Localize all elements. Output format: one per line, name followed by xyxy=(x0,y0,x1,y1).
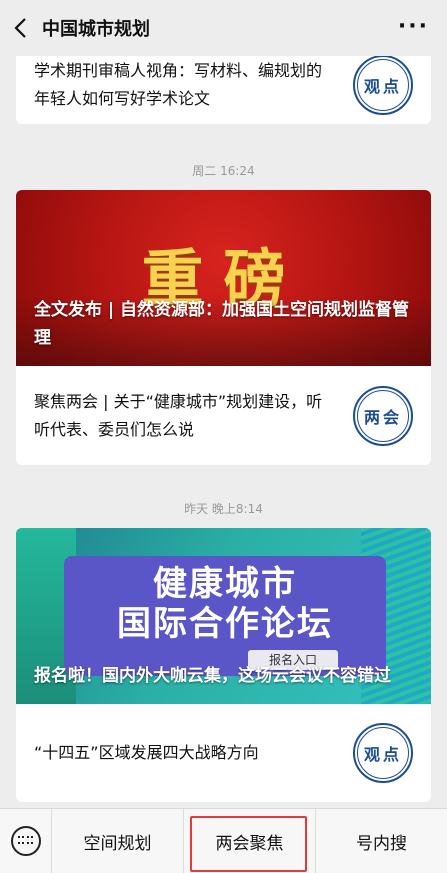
message-feed[interactable]: 学术期刊审稿人视角：写材料、编规划的年轻人如何写好学术论文 观点 周二 16:2… xyxy=(0,56,447,808)
top-bar: 中国城市规划 ··· xyxy=(0,0,447,56)
article-title: “十四五”区域发展四大战略方向 xyxy=(34,743,259,762)
viewpoint-badge-icon: 观点 xyxy=(353,723,413,783)
timestamp: 昨天 晚上8:14 xyxy=(184,502,263,516)
article-card[interactable]: 学术期刊审稿人视角：写材料、编规划的年轻人如何写好学术论文 观点 xyxy=(16,56,431,124)
back-icon xyxy=(14,18,26,38)
viewpoint-badge-icon: 观点 xyxy=(353,56,413,115)
article-cover[interactable]: 重磅 全文发布 | 自然资源部：加强国土空间规划监督管理 xyxy=(16,190,431,366)
two-sessions-badge-icon: 两会 xyxy=(353,385,413,446)
article-title: 学术期刊审稿人视角：写材料、编规划的年轻人如何写好学术论文 xyxy=(34,61,323,108)
keyboard-toggle[interactable] xyxy=(0,808,52,873)
back-button[interactable] xyxy=(0,0,40,56)
timestamp: 周二 16:24 xyxy=(192,164,255,178)
cover-caption: 报名啦！国内外大咖云集，这场云会议不容错过 xyxy=(34,666,391,686)
cover-headline: 健康城市 国际合作论坛 xyxy=(117,564,333,644)
article-card[interactable]: 健康城市 国际合作论坛 报名入口 报名啦！国内外大咖云集，这场云会议不容错过 “… xyxy=(16,528,431,802)
menu-item-spatial-planning[interactable]: 空间规划 xyxy=(52,808,184,873)
article-cover[interactable]: 健康城市 国际合作论坛 报名入口 报名啦！国内外大咖云集，这场云会议不容错过 xyxy=(16,528,431,704)
more-options-icon[interactable]: ··· xyxy=(398,16,429,38)
keyboard-icon xyxy=(10,826,41,856)
article-card[interactable]: 重磅 全文发布 | 自然资源部：加强国土空间规划监督管理 聚焦两会 | 关于“健… xyxy=(16,190,431,465)
cover-caption: 全文发布 | 自然资源部：加强国土空间规划监督管理 xyxy=(34,300,410,348)
page-title: 中国城市规划 xyxy=(42,19,150,40)
article-title: 聚焦两会 | 关于“健康城市”规划建设，听听代表、委员们怎么说 xyxy=(34,391,323,439)
menu-item-two-sessions[interactable]: 两会聚焦 xyxy=(184,808,316,873)
bottom-menu: 空间规划 两会聚焦 号内搜 xyxy=(0,808,447,873)
menu-item-search[interactable]: 号内搜 xyxy=(316,809,447,873)
